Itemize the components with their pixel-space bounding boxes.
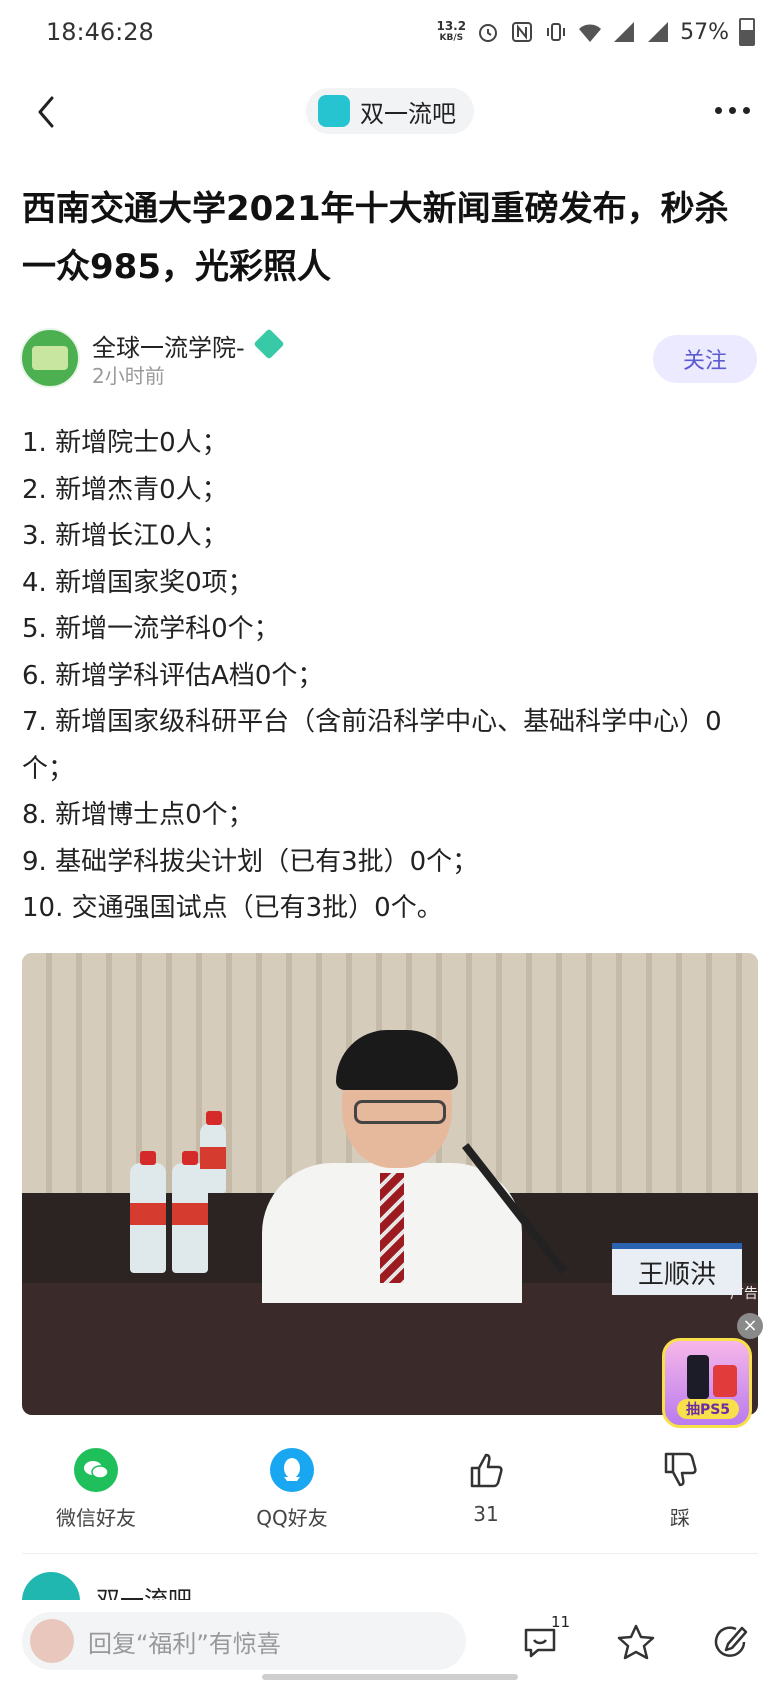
post-title: 西南交通大学2021年十大新闻重磅发布，秒杀一众985，光彩照人: [22, 189, 729, 287]
post-photo[interactable]: 王顺洪 广告: [22, 953, 758, 1415]
star-icon[interactable]: [616, 1622, 656, 1662]
tieba-name: 双一流吧: [360, 99, 456, 128]
share-qq-button[interactable]: QQ好友: [232, 1448, 352, 1531]
list-item: 2. 新增杰青0人；: [22, 474, 228, 505]
signal-1-icon: [614, 22, 635, 42]
share-edit-icon[interactable]: [710, 1622, 750, 1662]
list-item: 5. 新增一流学科0个；: [22, 614, 280, 644]
tieba-cube-icon: [318, 95, 350, 127]
like-count: 31: [473, 1502, 499, 1526]
wechat-icon: [74, 1448, 118, 1492]
list-item: 9. 基础学科拔尖计划（已有3批）0个；: [22, 846, 479, 877]
like-button[interactable]: 31: [426, 1448, 546, 1526]
signal-2-icon: [648, 22, 669, 42]
list-item: 1. 新增院士0人；: [22, 428, 228, 458]
share-qq-label: QQ好友: [256, 1506, 328, 1530]
list-item: 10. 交通强国试点（已有3批）0个。: [22, 893, 443, 923]
share-wechat-label: 微信好友: [56, 1506, 136, 1530]
wifi-icon: [579, 24, 602, 42]
list-item: 4. 新增国家奖0项；: [22, 567, 254, 598]
close-icon[interactable]: ×: [737, 1313, 763, 1339]
battery-icon: [739, 18, 755, 46]
photo-nameplate: 王顺洪: [612, 1243, 742, 1295]
level-badge-icon: [253, 328, 285, 360]
follow-button[interactable]: 关注: [653, 335, 757, 383]
tieba-link[interactable]: 双一流吧: [306, 88, 474, 134]
net-speed-value: 13.2: [436, 19, 467, 33]
post-body: 1. 新增院士0人； 2. 新增杰青0人； 3. 新增长江0人； 4. 新增国家…: [22, 420, 762, 932]
comment-count: 11: [551, 1613, 571, 1631]
author-name[interactable]: 全球一流学院-: [92, 328, 245, 363]
user-avatar: [30, 1619, 74, 1663]
back-arrow-icon[interactable]: [28, 92, 68, 132]
ad-label: 抽PS5: [677, 1399, 739, 1419]
console-icon: [687, 1355, 709, 1399]
share-wechat-button[interactable]: 微信好友: [36, 1448, 156, 1531]
list-item: 7. 新增国家级科研平台（含前沿科学中心、基础科学中心）0个；: [22, 707, 722, 784]
dislike-button[interactable]: 踩: [620, 1448, 740, 1531]
qq-icon: [270, 1448, 314, 1492]
divider: [22, 1553, 758, 1554]
more-options-icon[interactable]: [715, 100, 755, 120]
home-indicator: [262, 1674, 518, 1680]
battery-percent: 57%: [680, 19, 729, 45]
list-item: 3. 新增长江0人；: [22, 521, 228, 551]
ad-tag: 广告: [730, 1286, 758, 1302]
thumbs-up-icon: [464, 1448, 508, 1492]
water-bottle: [200, 1111, 226, 1193]
water-bottle: [130, 1151, 166, 1273]
status-time: 18:46:28: [46, 18, 154, 46]
list-item: 6. 新增学科评估A档0个；: [22, 660, 324, 691]
alarm-icon: [479, 24, 498, 42]
net-speed-unit: KB/S: [439, 33, 464, 43]
reply-placeholder: 回复“福利”有惊喜: [88, 1629, 281, 1658]
dislike-label: 踩: [670, 1506, 690, 1530]
list-item: 8. 新增博士点0个；: [22, 800, 254, 830]
vibrate-icon: [547, 23, 566, 41]
floating-ad[interactable]: 抽PS5: [662, 1338, 752, 1428]
controller-icon: [713, 1365, 737, 1397]
status-icons: 13.2 KB/S 57%: [436, 18, 755, 46]
post-time: 2小时前: [92, 364, 165, 388]
reply-input[interactable]: 回复“福利”有惊喜: [22, 1612, 466, 1670]
author-avatar[interactable]: [20, 328, 80, 388]
nfc-icon: [512, 22, 533, 42]
thumbs-down-icon: [658, 1448, 702, 1492]
speaker-person: [262, 1030, 522, 1338]
net-speed: 13.2 KB/S: [436, 20, 466, 44]
